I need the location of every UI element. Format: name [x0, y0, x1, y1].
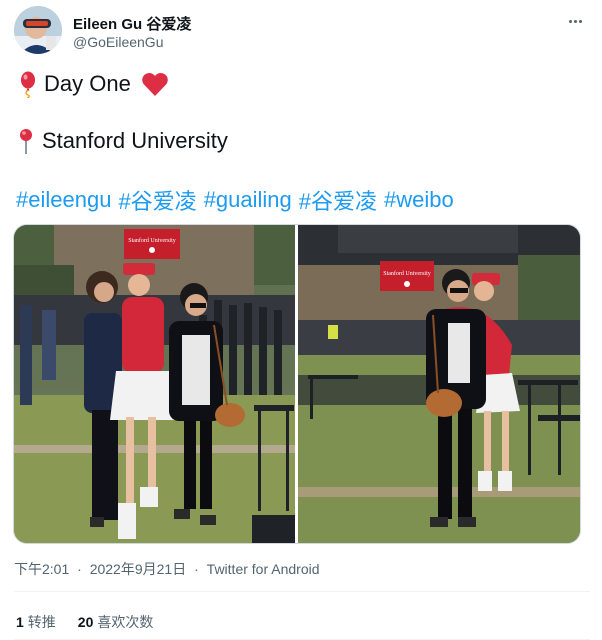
author-handle[interactable]: @GoEileenGu: [73, 34, 163, 50]
likes-label: 喜欢次数: [97, 614, 154, 630]
tweet-date[interactable]: 2022年9月21日: [90, 561, 187, 577]
meta-separator: ·: [77, 561, 82, 577]
likes-stat[interactable]: 20 喜欢次数: [78, 612, 154, 632]
tweet-time[interactable]: 下午2:01: [14, 561, 69, 577]
tweet-stats: 1 转推 20 喜欢次数: [16, 612, 153, 632]
tweet-text-day-one: Day One: [44, 71, 131, 96]
tweet-line-day-one: Day One: [16, 70, 169, 98]
hashtag-link[interactable]: #guailing: [204, 187, 292, 213]
photo-right[interactable]: Stanford University: [298, 225, 580, 543]
retweets-label: 转推: [27, 614, 56, 630]
more-options-icon[interactable]: [568, 10, 588, 26]
media-grid: Stanford University Stanford University: [13, 224, 581, 544]
stage-sign-text: Stanford University: [383, 270, 431, 277]
retweets-stat[interactable]: 1 转推: [16, 612, 56, 632]
likes-count: 20: [77, 614, 94, 630]
stage-sign-text: Stanford University: [128, 237, 176, 244]
red-heart-icon: [141, 71, 169, 97]
tweet-meta: 下午2:01 · 2022年9月21日 · Twitter for Androi…: [14, 559, 320, 579]
divider: [14, 591, 590, 592]
meta-separator: ·: [194, 561, 199, 577]
avatar[interactable]: [14, 6, 62, 54]
round-pushpin-icon: [16, 127, 36, 155]
red-balloon-icon: [16, 70, 40, 98]
photo-left[interactable]: Stanford University: [14, 225, 295, 543]
hashtag-link[interactable]: #eileengu: [16, 187, 111, 213]
tweet-text-location: Stanford University: [42, 128, 228, 153]
tweet-line-location: Stanford University: [16, 127, 228, 155]
tweet-source[interactable]: Twitter for Android: [207, 561, 320, 577]
retweets-count: 1: [16, 614, 24, 630]
tweet-header: Eileen Gu 谷爱凌 @GoEileenGu: [14, 6, 590, 56]
author-name[interactable]: Eileen Gu 谷爱凌: [73, 13, 191, 34]
hashtag-link[interactable]: #weibo: [384, 187, 454, 213]
hashtag-link[interactable]: #谷爱凌: [299, 184, 377, 216]
hashtag-link[interactable]: #谷爱凌: [118, 184, 196, 216]
hashtag-list: #eileengu #谷爱凌 #guailing #谷爱凌 #weibo: [16, 184, 461, 216]
